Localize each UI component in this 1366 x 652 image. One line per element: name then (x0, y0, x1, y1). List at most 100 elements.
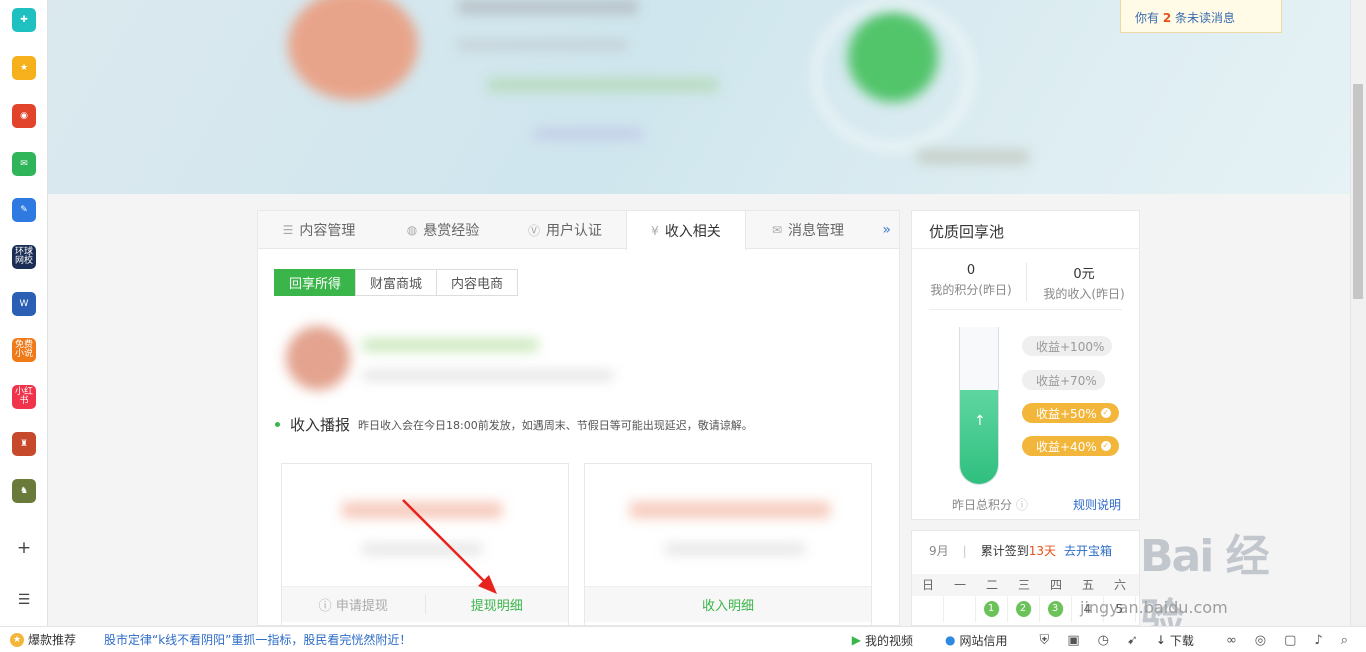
withdraw-amount-blurred (342, 502, 502, 518)
pool-title: 优质回享池 (912, 211, 1139, 249)
tier-badge: 收益+70% (1022, 370, 1105, 390)
mail-icon[interactable]: ✉ (12, 152, 36, 176)
points-tube: ↑ (959, 327, 999, 485)
income-amount-blurred (630, 502, 830, 518)
vertical-scrollbar[interactable] (1350, 0, 1366, 626)
star-icon: ★ (10, 632, 24, 647)
weekday-label: 五 (1081, 578, 1094, 592)
tier-badge: 收益+100% (1022, 336, 1113, 356)
withdraw-label-blurred (362, 544, 482, 554)
window-icon[interactable]: ▢ (1284, 633, 1296, 648)
rank-blurred (918, 150, 1028, 164)
withdraw-detail-link[interactable]: 提现明细 (424, 595, 569, 614)
tab-label: 内容管理 (299, 223, 356, 239)
credit-label: 网站信用 (959, 633, 1008, 648)
zoom-icon[interactable]: ⌕ (1341, 633, 1348, 648)
weekday-label: 四 (1049, 578, 1062, 592)
my-income-value: 0元 (1073, 267, 1095, 282)
huanqiu-icon[interactable]: 环球 网校 (12, 245, 36, 269)
hot-recommend[interactable]: ★ 爆款推荐 (10, 631, 76, 648)
site-credit-button[interactable]: ● 网站信用 (945, 632, 1024, 649)
xiaohongshu-icon[interactable]: 小红书 (12, 385, 36, 409)
avatar (288, 0, 418, 100)
up-arrow-icon: ↑ (974, 413, 986, 429)
browser-icon[interactable]: ◎ (1255, 633, 1266, 648)
subtab-wealth-mall[interactable]: 财富商城 (355, 269, 438, 296)
yen-icon: ¥ (651, 223, 659, 238)
user-name-blurred (363, 339, 538, 351)
shield-icon[interactable]: ⛨ (1040, 633, 1050, 648)
rules-link[interactable]: 规则说明 (1073, 496, 1121, 513)
tab-user-verification[interactable]: Ⓥ 用户认证 (504, 211, 626, 249)
my-video-label: 我的视频 (865, 633, 914, 648)
notes-icon[interactable]: ✎ (12, 198, 36, 222)
left-sidebar: ✚ ★ ◉ ✉ ✎ 环球 网校 W 免费 小说小红书 ♜ ♞ + ☰ (0, 0, 48, 626)
income-card: 收入明细 (584, 463, 872, 625)
my-income-label: 我的收入(昨日) (1043, 287, 1125, 301)
glasses-icon[interactable]: ∞ (1226, 633, 1237, 648)
my-points-value: 0 (966, 263, 976, 278)
calendar-day[interactable]: 2 (1008, 596, 1040, 622)
download-icon: ↓ (1155, 633, 1166, 647)
calendar-separator: | (962, 543, 967, 558)
menu-icon[interactable]: ☰ (14, 593, 34, 607)
tier-badge: 收益+50% ✓ (1022, 403, 1119, 423)
my-points-stat: 0 我的积分(昨日) (916, 263, 1026, 298)
news-ticker[interactable]: 股市定律“k线不看阴阳”重抓一指标，股民看完恍然附近！ (104, 631, 411, 648)
word-doc-icon[interactable]: W (12, 292, 36, 316)
calendar-day[interactable]: 3 (1040, 596, 1072, 622)
tube-fill (960, 389, 998, 484)
speed-icon[interactable]: ◷ (1098, 633, 1109, 648)
rocket-icon[interactable]: ➹ (1127, 633, 1138, 648)
favorite-star-icon[interactable]: ★ (12, 56, 36, 80)
browser-status-bar: ★ 爆款推荐 股市定律“k线不看阴阳”重抓一指标，股民看完恍然附近！ ▶ 我的视频 … (0, 626, 1366, 652)
income-broadcast: 收入播报 昨日收入会在今日18:00前发放，如遇周末、节假日等可能出现延迟，敬请… (275, 414, 753, 435)
status-tools: ▶ 我的视频 ● 网站信用 ⛨ ▣ ◷ ➹ ↓ 下载 ∞ ◎ ▢ ♪ ⌕ (852, 627, 1366, 652)
apply-withdraw-button[interactable]: ⓘ 申请提现 (282, 595, 425, 614)
user-meta-blurred (363, 371, 613, 380)
tab-message-management[interactable]: ✉ 消息管理 (747, 211, 869, 249)
add-icon[interactable]: + (14, 540, 34, 557)
tab-reward-experience[interactable]: ◍ 悬赏经验 (382, 211, 504, 249)
weekday-label: 日 (921, 578, 934, 592)
bullet-dot (275, 422, 280, 427)
signed-day-marker: 1 (983, 601, 1000, 617)
tab-income[interactable]: ¥ 收入相关 (626, 211, 746, 250)
tier-badge: 收益+40% ✓ (1022, 436, 1119, 456)
income-detail-link[interactable]: 收入明细 (585, 595, 871, 614)
username-blurred (458, 0, 638, 14)
subtab-bar: 回享所得 财富商城 内容电商 (274, 269, 519, 296)
calendar-day[interactable]: 1 (976, 596, 1008, 622)
plus-app-icon[interactable]: ✚ (12, 8, 36, 32)
open-chest-link[interactable]: 去开宝箱 (1064, 542, 1112, 559)
game-icon-1[interactable]: ♜ (12, 432, 36, 456)
my-points-label: 我的积分(昨日) (930, 283, 1012, 297)
divider (929, 309, 1122, 310)
tab-bar: ☰ 内容管理 ◍ 悬赏经验 Ⓥ 用户认证 ¥ 收入相关 ✉ 消息管理 » (258, 211, 899, 250)
download-button[interactable]: ↓ 下载 (1156, 632, 1210, 649)
baidu-jingyan-watermark: Bai 经验 jingyan.baidu.com (1080, 520, 1290, 646)
my-video-button[interactable]: ▶ 我的视频 (852, 632, 929, 649)
unread-notice[interactable]: 你有 2 条未读消息 (1120, 0, 1282, 33)
game-icon-2[interactable]: ♞ (12, 479, 36, 503)
tab-content-management[interactable]: ☰ 内容管理 (258, 211, 380, 249)
more-tabs-icon[interactable]: » (882, 222, 891, 238)
image-icon[interactable]: ▣ (1067, 633, 1079, 648)
signed-day-marker: 3 (1047, 601, 1064, 617)
sound-icon[interactable]: ♪ (1314, 633, 1322, 648)
free-novel-icon[interactable]: 免费 小说 (12, 338, 36, 362)
scrollbar-thumb[interactable] (1353, 84, 1363, 299)
calendar-day[interactable] (912, 596, 944, 622)
coin-icon: ◍ (406, 223, 418, 237)
subtab-content-ecommerce[interactable]: 内容电商 (436, 269, 519, 296)
video-icon: ▶ (851, 633, 862, 647)
stat-divider (1026, 263, 1027, 301)
calendar-day[interactable] (944, 596, 976, 622)
tab-label: 用户认证 (546, 223, 602, 239)
tier-label: 收益+100% (1036, 339, 1105, 354)
weekday-label: 一 (953, 578, 966, 592)
credit-icon: ● (945, 633, 956, 647)
weibo-icon[interactable]: ◉ (12, 104, 36, 128)
subtab-share-income[interactable]: 回享所得 (274, 269, 357, 296)
withdraw-card-footer: ⓘ 申请提现 提现明细 (282, 586, 568, 622)
